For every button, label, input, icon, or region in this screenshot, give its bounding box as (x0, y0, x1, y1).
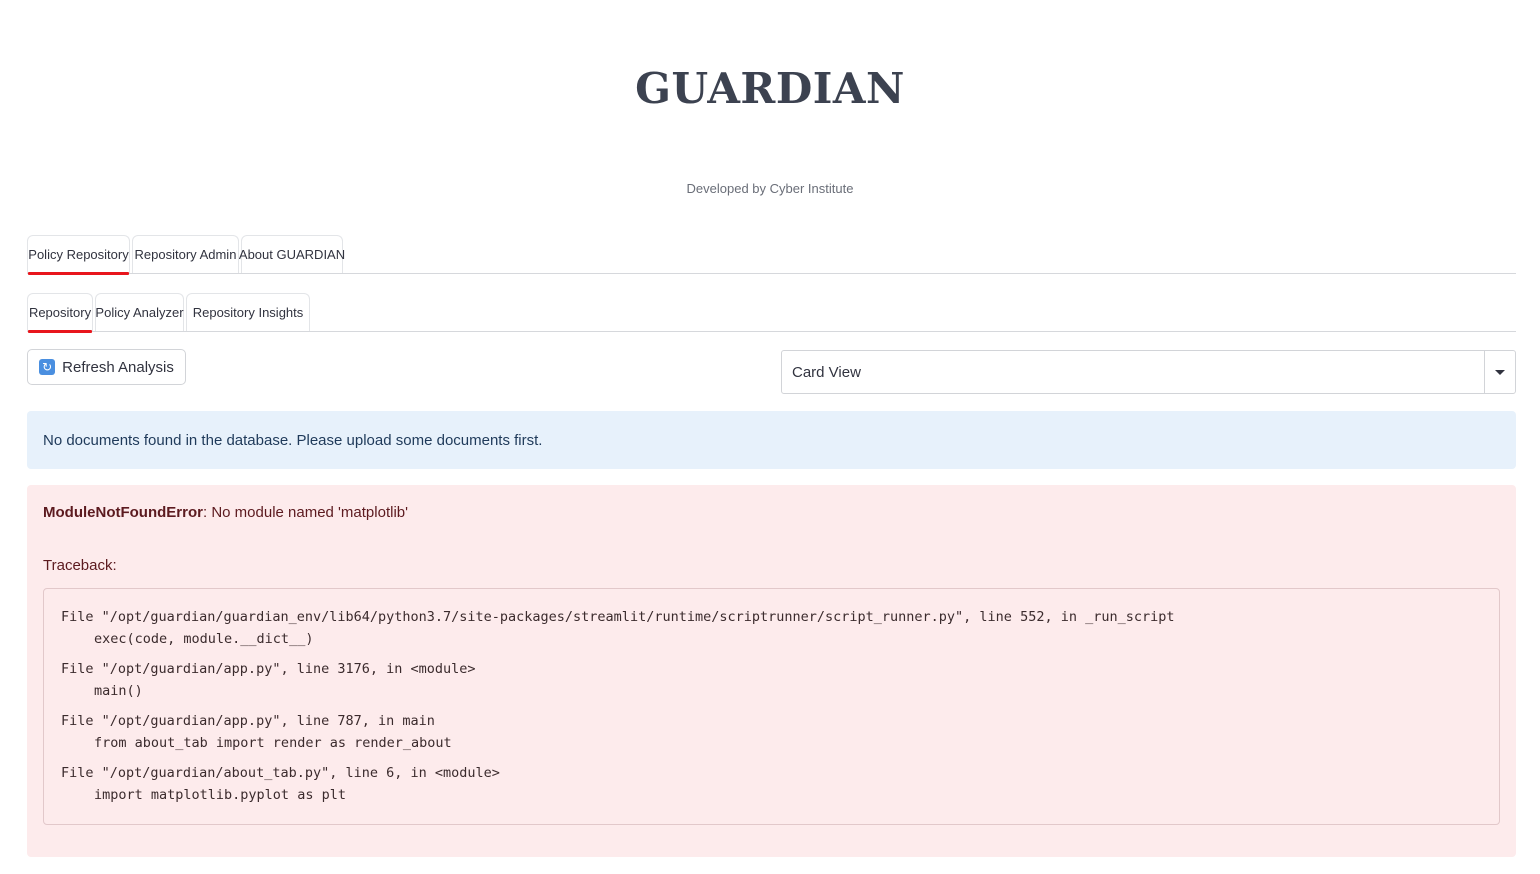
tab-policy-analyzer[interactable]: Policy Analyzer (95, 293, 184, 331)
error-message: No module named 'matplotlib' (207, 504, 408, 521)
frame-location: File "/opt/guardian/app.py", line 787, i… (61, 713, 435, 729)
main-tab-bar: Policy Repository Repository Admin About… (27, 233, 1516, 275)
app-page: GUARDIAN Developed by Cyber Institute Po… (0, 0, 1540, 874)
info-message: No documents found in the database. Plea… (43, 431, 543, 449)
app-subtitle: Developed by Cyber Institute (686, 181, 854, 196)
refresh-icon: ↻ (39, 359, 56, 375)
traceback-frame: File "/opt/guardian/app.py", line 3176, … (61, 658, 1483, 702)
frame-location: File "/opt/guardian/about_tab.py", line … (61, 765, 500, 781)
tab-repository-admin[interactable]: Repository Admin (132, 235, 239, 273)
traceback-label: Traceback: (43, 557, 117, 574)
frame-location: File "/opt/guardian/app.py", line 3176, … (61, 661, 476, 677)
frame-code: main() (94, 683, 143, 699)
tab-about-guardian[interactable]: About GUARDIAN (239, 235, 345, 273)
traceback-frame: File "/opt/guardian/about_tab.py", line … (61, 762, 1483, 806)
tab-repository-insights[interactable]: Repository Insights (186, 293, 310, 331)
view-mode-select[interactable]: Card View (781, 350, 1516, 394)
frame-location: File "/opt/guardian/guardian_env/lib64/p… (61, 609, 1175, 625)
frame-code: from about_tab import render as render_a… (94, 735, 452, 751)
frame-code: exec(code, module.__dict__) (94, 631, 314, 647)
dropdown-toggle[interactable] (1484, 351, 1515, 393)
caret-down-icon (1495, 369, 1505, 375)
error-summary: ModuleNotFoundError: No module named 'ma… (43, 504, 408, 521)
frame-code: import matplotlib.pyplot as plt (94, 787, 346, 803)
app-title: GUARDIAN (635, 64, 905, 113)
traceback-block: File "/opt/guardian/guardian_env/lib64/p… (43, 588, 1500, 825)
view-mode-value: Card View (792, 363, 861, 381)
sub-tab-bar: Repository Policy Analyzer Repository In… (27, 291, 1516, 333)
error-type: ModuleNotFoundError (43, 504, 203, 521)
tab-repository[interactable]: Repository (27, 293, 93, 333)
refresh-analysis-label: Refresh Analysis (62, 358, 174, 376)
error-alert: ModuleNotFoundError: No module named 'ma… (27, 485, 1516, 857)
refresh-analysis-button[interactable]: ↻ Refresh Analysis (27, 349, 186, 385)
info-alert: No documents found in the database. Plea… (27, 411, 1516, 469)
traceback-frame: File "/opt/guardian/guardian_env/lib64/p… (61, 606, 1483, 650)
tab-policy-repository[interactable]: Policy Repository (27, 235, 130, 275)
traceback-frame: File "/opt/guardian/app.py", line 787, i… (61, 710, 1483, 754)
